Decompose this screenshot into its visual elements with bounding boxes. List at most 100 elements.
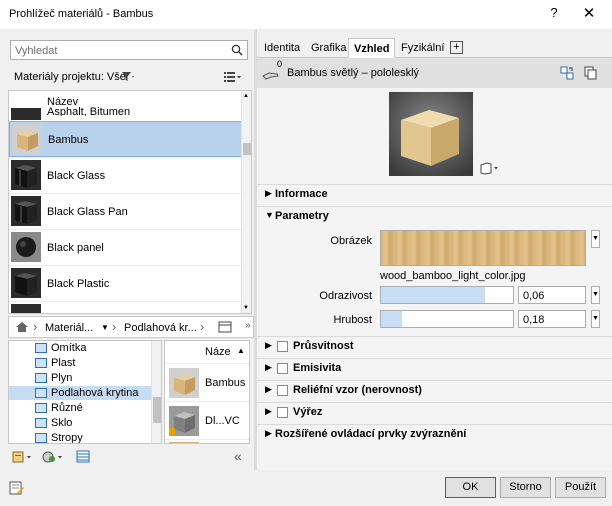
editor-panel: Identita Grafika Vzhled Fyzikální + 0 Ba… bbox=[257, 30, 612, 470]
list-item-label: Black panel bbox=[47, 242, 104, 254]
home-icon[interactable] bbox=[15, 321, 29, 336]
replace-asset-icon[interactable] bbox=[560, 66, 574, 83]
column-header-name[interactable]: Náze bbox=[205, 346, 231, 358]
image-label: Obrázek bbox=[330, 235, 372, 247]
tree-item-label: Plast bbox=[51, 357, 76, 369]
section-title: Výřez bbox=[293, 406, 323, 418]
expand-arrow-icon[interactable]: ▶ bbox=[265, 362, 272, 373]
apply-button[interactable]: Použít bbox=[555, 477, 606, 498]
list-item[interactable]: Dl...VC bbox=[165, 401, 249, 439]
material-thumbnail bbox=[11, 160, 41, 190]
edit-notes-icon[interactable] bbox=[9, 480, 25, 499]
search-input[interactable]: Vyhledat bbox=[10, 40, 248, 60]
tree-scrollbar[interactable] bbox=[151, 341, 161, 443]
add-tab-button[interactable]: + bbox=[450, 41, 463, 54]
breadcrumb-separator-icon: › bbox=[33, 319, 38, 334]
search-icon[interactable] bbox=[231, 44, 243, 59]
checkbox[interactable] bbox=[277, 407, 288, 418]
tree-item[interactable]: Stropy bbox=[9, 431, 151, 443]
help-button[interactable]: ? bbox=[546, 5, 562, 20]
tab-identita[interactable]: Identita bbox=[259, 38, 305, 58]
tab-grafika[interactable]: Grafika bbox=[306, 38, 351, 58]
list-item[interactable]: Bambus bbox=[9, 121, 243, 157]
checkbox[interactable] bbox=[277, 363, 288, 374]
scroll-thumb[interactable] bbox=[153, 397, 161, 423]
section-informace[interactable]: ▶ Informace bbox=[257, 184, 612, 204]
section-emisivita[interactable]: ▶ Emisivita bbox=[257, 358, 612, 378]
scroll-down-icon[interactable]: ▼ bbox=[243, 305, 249, 311]
scroll-up-icon[interactable]: ▲ bbox=[243, 93, 249, 99]
list-item-label: Black Glass bbox=[47, 170, 106, 182]
expand-icon[interactable]: » bbox=[245, 320, 251, 331]
duplicate-asset-icon[interactable] bbox=[584, 66, 598, 83]
tree-item[interactable]: Sklo bbox=[9, 416, 151, 430]
category-tree: Omítka Plast Plyn Podlahová krytina Různ… bbox=[8, 340, 162, 444]
panel-splitter[interactable] bbox=[254, 30, 257, 470]
folder-icon bbox=[35, 343, 47, 353]
expand-arrow-icon[interactable]: ▶ bbox=[265, 428, 272, 439]
collapse-arrow-icon[interactable]: ▼ bbox=[265, 210, 274, 220]
ok-button[interactable]: OK bbox=[445, 477, 496, 498]
sort-asc-icon[interactable]: ▲ bbox=[237, 346, 245, 355]
section-rozsirene[interactable]: ▶ Rozšířené ovládací prvky zvýraznění bbox=[257, 424, 612, 444]
list-view-icon[interactable] bbox=[224, 71, 242, 86]
folder-icon bbox=[35, 433, 47, 443]
list-item[interactable]: Black Plastic bbox=[9, 265, 243, 301]
texture-image-swatch[interactable] bbox=[380, 230, 586, 266]
partial-row bbox=[9, 301, 243, 313]
checkbox[interactable] bbox=[277, 341, 288, 352]
checkbox[interactable] bbox=[277, 385, 288, 396]
create-material-icon[interactable] bbox=[42, 451, 66, 466]
panel-toggle-icon[interactable] bbox=[218, 321, 232, 336]
editor-panel-icon[interactable] bbox=[76, 450, 90, 466]
filter-icon[interactable] bbox=[121, 71, 135, 86]
library-panel: Vyhledat Materiály projektu: Vše Název A… bbox=[0, 30, 254, 470]
slider-fill bbox=[381, 311, 403, 327]
tab-vzhled[interactable]: Vzhled bbox=[348, 38, 396, 58]
breadcrumb-item-materials[interactable]: Materiál... bbox=[45, 322, 93, 334]
section-relief[interactable]: ▶ Reliéfní vzor (nerovnost) bbox=[257, 380, 612, 400]
tree-item[interactable]: Různé bbox=[9, 401, 151, 415]
folder-icon bbox=[35, 403, 47, 413]
scroll-thumb[interactable] bbox=[243, 143, 251, 155]
expand-arrow-icon[interactable]: ▶ bbox=[265, 188, 272, 199]
tree-item-label: Plyn bbox=[51, 372, 73, 384]
cancel-button[interactable]: Storno bbox=[500, 477, 551, 498]
tab-fyzikalni[interactable]: Fyzikální bbox=[396, 38, 449, 58]
list-scrollbar[interactable]: ▲ ▼ bbox=[241, 91, 251, 313]
section-vyrez[interactable]: ▶ Výřez bbox=[257, 402, 612, 422]
expand-arrow-icon[interactable]: ▶ bbox=[265, 406, 272, 417]
section-pruhlednost[interactable]: ▶ Průsvitnost bbox=[257, 336, 612, 356]
usage-count: 0 bbox=[277, 59, 283, 69]
reflectivity-slider[interactable] bbox=[380, 286, 514, 304]
project-materials-bar: Materiály projektu: Vše bbox=[10, 68, 250, 86]
section-parametry[interactable]: ▼ Parametry bbox=[257, 206, 612, 226]
roughness-field[interactable]: 0,18 bbox=[518, 310, 586, 328]
library-menu-icon[interactable] bbox=[12, 451, 34, 466]
list-item[interactable]: Black Glass Pan bbox=[9, 193, 243, 229]
reflectivity-field[interactable]: 0,06 bbox=[518, 286, 586, 304]
asset-name: Bambus světlý – pololesklý bbox=[287, 67, 420, 79]
tree-item[interactable]: Plyn bbox=[9, 371, 151, 385]
roughness-slider[interactable] bbox=[380, 310, 514, 328]
close-button[interactable]: ✕ bbox=[580, 4, 598, 22]
chevron-down-icon[interactable]: ▼ bbox=[101, 323, 109, 332]
breadcrumb-item-flooring[interactable]: Podlahová kr... bbox=[124, 322, 197, 334]
image-options-button[interactable]: ▼ bbox=[591, 230, 600, 248]
partial-list-item[interactable]: Asphalt, Bitumen bbox=[47, 107, 130, 116]
tree-item[interactable]: Plast bbox=[9, 356, 151, 370]
list-item[interactable]: Bambus bbox=[165, 363, 249, 401]
collapse-icon[interactable]: « bbox=[234, 448, 242, 464]
expand-arrow-icon[interactable]: ▶ bbox=[265, 340, 272, 351]
preview-options-icon[interactable] bbox=[479, 161, 501, 178]
roughness-options-button[interactable]: ▼ bbox=[591, 310, 600, 328]
breadcrumb-separator-icon: › bbox=[200, 319, 205, 334]
list-item[interactable]: Black panel bbox=[9, 229, 243, 265]
tree-item[interactable]: Omítka bbox=[9, 341, 151, 355]
expand-arrow-icon[interactable]: ▶ bbox=[265, 384, 272, 395]
partial-row bbox=[165, 439, 249, 443]
tree-item[interactable]: Podlahová krytina bbox=[9, 386, 151, 400]
tree-item-label: Podlahová krytina bbox=[51, 387, 139, 399]
reflectivity-options-button[interactable]: ▼ bbox=[591, 286, 600, 304]
list-item[interactable]: Black Glass bbox=[9, 157, 243, 193]
